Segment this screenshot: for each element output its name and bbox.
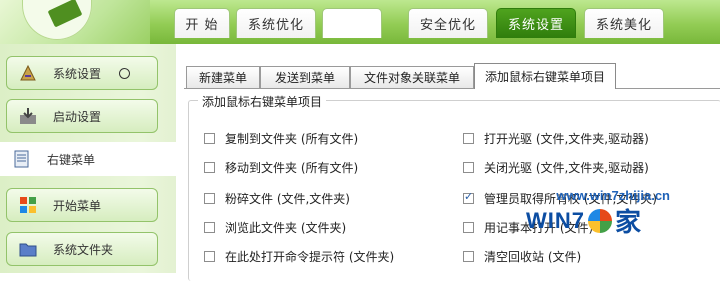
sidebar-item-startup-settings[interactable]: 启动设置 [6, 99, 158, 133]
sidebar: 系统设置 启动设置 右键菜单 开始菜单 系统文件夹 [0, 44, 180, 273]
checkbox[interactable] [463, 132, 474, 144]
checkbox[interactable] [204, 192, 215, 204]
watermark-jia-text: 家 [615, 208, 642, 238]
option-open-cmd-here[interactable]: 在此处打开命令提示符 (文件夹) [204, 247, 394, 265]
sidebar-item-context-menu[interactable]: 右键菜单 [0, 142, 180, 176]
option-browse-folder[interactable]: 浏览此文件夹 (文件夹) [204, 218, 346, 236]
folder-icon [17, 238, 39, 260]
startup-tray-icon [17, 105, 39, 127]
option-empty-recycle-bin[interactable]: 清空回收站 (文件) [463, 247, 581, 265]
tab-system-settings[interactable]: 系统设置 [496, 8, 576, 38]
app-logo [0, 0, 150, 44]
tab-system-beautify[interactable]: 系统美化 [584, 8, 664, 38]
subtab-add-context-items[interactable]: 添加鼠标右键菜单项目 [474, 63, 616, 89]
option-shred-file[interactable]: 粉碎文件 (文件,文件夹) [204, 189, 350, 207]
subtab-new-menu[interactable]: 新建菜单 [186, 66, 260, 88]
option-label: 浏览此文件夹 (文件夹) [225, 220, 347, 235]
checkbox[interactable] [463, 250, 474, 262]
sidebar-item-label: 右键菜单 [47, 152, 96, 167]
watermark-win-text: WIN7 [526, 207, 585, 233]
tab-system-optimize[interactable]: 系统优化 [236, 8, 316, 38]
radio-indicator[interactable] [119, 67, 131, 79]
subtab-file-association-menu[interactable]: 文件对象关联菜单 [350, 66, 474, 88]
option-move-to-folder[interactable]: 移动到文件夹 (所有文件) [204, 158, 358, 176]
checkbox[interactable] [204, 221, 215, 233]
checkbox[interactable] [463, 161, 474, 173]
checkbox[interactable] [463, 221, 474, 233]
option-label: 粉碎文件 (文件,文件夹) [225, 191, 350, 206]
sidebar-item-label: 系统文件夹 [53, 242, 114, 257]
subtab-send-to-menu[interactable]: 发送到菜单 [260, 66, 350, 88]
option-open-drive[interactable]: 打开光驱 (文件,文件夹,驱动器) [463, 129, 649, 147]
tab-security-optimize[interactable]: 安全优化 [408, 8, 488, 38]
windows-flag-icon [588, 208, 612, 233]
checkbox[interactable] [204, 132, 215, 144]
sidebar-item-system-settings[interactable]: 系统设置 [6, 56, 158, 90]
sidebar-item-system-folders[interactable]: 系统文件夹 [6, 232, 158, 266]
watermark: www.win7zhijia.cn WIN7 家 [500, 188, 670, 242]
logo-icon [22, 0, 92, 40]
option-label: 移动到文件夹 (所有文件) [225, 160, 359, 175]
windows-logo-icon [17, 194, 39, 216]
watermark-logo: WIN7 家 [526, 202, 641, 239]
option-label: 清空回收站 (文件) [484, 249, 582, 264]
watermark-url: www.win7zhijia.cn [556, 188, 670, 203]
tab-divider [184, 88, 720, 89]
sidebar-item-label: 开始菜单 [53, 198, 102, 213]
tab-start[interactable]: 开 始 [174, 8, 230, 38]
option-copy-to-folder[interactable]: 复制到文件夹 (所有文件) [204, 129, 358, 147]
gear-paint-icon [17, 62, 39, 84]
checkbox[interactable] [204, 161, 215, 173]
option-close-drive[interactable]: 关闭光驱 (文件,文件夹,驱动器) [463, 158, 649, 176]
option-label: 在此处打开命令提示符 (文件夹) [225, 249, 395, 264]
checkbox-checked[interactable] [463, 190, 474, 204]
sidebar-item-label: 启动设置 [53, 109, 102, 124]
sidebar-item-start-menu[interactable]: 开始菜单 [6, 188, 158, 222]
sidebar-item-label: 系统设置 [53, 66, 102, 81]
option-label: 打开光驱 (文件,文件夹,驱动器) [484, 131, 649, 146]
checkbox[interactable] [204, 250, 215, 262]
group-title: 添加鼠标右键菜单项目 [198, 93, 327, 110]
context-menu-icon [11, 148, 33, 170]
option-label: 关闭光驱 (文件,文件夹,驱动器) [484, 160, 649, 175]
top-header: 开 始 系统优化 安全优化 系统设置 系统美化 [0, 0, 720, 44]
option-label: 复制到文件夹 (所有文件) [225, 131, 359, 146]
tab-blank[interactable] [322, 8, 382, 38]
